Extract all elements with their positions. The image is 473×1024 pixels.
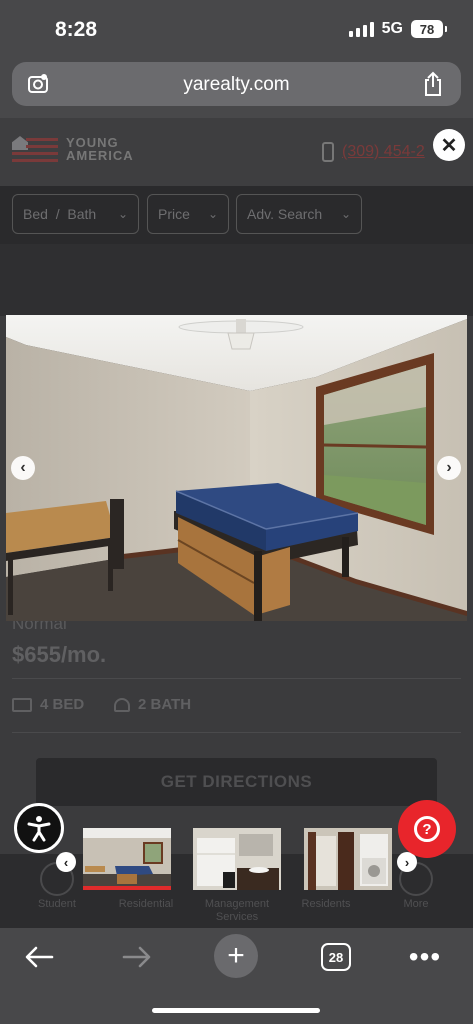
chevron-down-icon: ⌄ xyxy=(117,207,128,221)
filter-label: Adv. Search xyxy=(247,206,323,222)
back-button[interactable] xyxy=(22,940,56,974)
network-type: 5G xyxy=(381,20,403,37)
home-indicator xyxy=(152,1008,320,1013)
chevron-down-icon: ⌄ xyxy=(207,207,218,221)
phone-link[interactable]: (309) 454-2 xyxy=(322,142,425,162)
arrow-right-icon xyxy=(122,946,151,968)
status-indicators: 5G 78 xyxy=(348,20,447,38)
gallery-prev-button[interactable]: ‹ xyxy=(11,456,35,480)
status-bar: 8:28 5G 78 xyxy=(0,0,473,56)
ellipsis-icon: ••• xyxy=(408,941,442,972)
status-time: 8:28 xyxy=(55,18,98,41)
new-tab-button[interactable]: + xyxy=(214,934,258,978)
thumbnail-bedroom-image xyxy=(83,828,171,890)
thumbnail-bathroom[interactable] xyxy=(193,828,281,890)
chevron-right-icon: › xyxy=(404,854,410,870)
forward-button[interactable] xyxy=(120,940,154,974)
accessibility-person-icon xyxy=(27,816,51,842)
cellular-signal-icon xyxy=(348,21,374,37)
close-icon: ✕ xyxy=(440,134,458,157)
question-mark-icon: ? xyxy=(414,816,440,842)
nav-residents[interactable]: Residents xyxy=(281,898,371,911)
address-bar[interactable]: yarealty.com xyxy=(12,62,461,106)
address-bar-area: yarealty.com xyxy=(0,56,473,118)
browser-toolbar: + 28 ••• xyxy=(0,928,473,1024)
chevron-right-icon: › xyxy=(446,459,452,476)
thumbnails-prev-button[interactable]: ‹ xyxy=(56,852,76,872)
tabs-button[interactable]: 28 xyxy=(321,943,351,971)
get-directions-button[interactable]: GET DIRECTIONS xyxy=(36,758,437,806)
listing-photo-background xyxy=(0,244,473,316)
url-text[interactable]: yarealty.com xyxy=(12,74,461,96)
phone-number: (309) 454-2 xyxy=(342,143,425,160)
nav-more[interactable]: More xyxy=(371,898,461,911)
gallery-next-button[interactable]: › xyxy=(437,456,461,480)
battery-icon: 78 xyxy=(411,20,447,38)
divider xyxy=(12,678,461,679)
chevron-left-icon: ‹ xyxy=(20,459,26,476)
divider xyxy=(12,732,461,733)
logo-text-line2: AMERICA xyxy=(66,148,134,163)
filter-adv-search[interactable]: Adv. Search ⌄ xyxy=(236,194,362,234)
filter-price[interactable]: Price ⌄ xyxy=(147,194,229,234)
gallery-main-photo xyxy=(6,315,467,621)
bedroom-photo xyxy=(6,315,467,621)
filter-label: Price xyxy=(158,206,190,222)
thumbnail-bedroom[interactable] xyxy=(83,828,171,890)
listing-price: $655/mo. xyxy=(12,642,107,667)
filter-label: Bed / Bath xyxy=(23,206,97,222)
beds-label: 4 BED xyxy=(40,696,85,713)
filter-bar: Bed / Bath ⌄ Price ⌄ Adv. Search ⌄ xyxy=(0,186,473,244)
share-icon[interactable] xyxy=(421,71,445,97)
close-gallery-button[interactable]: ✕ xyxy=(433,129,465,161)
screen: 8:28 5G 78 yarealty.com YOUNG AMERICA (3… xyxy=(0,0,473,1024)
beds-feature: 4 BED xyxy=(12,696,84,713)
chevron-down-icon: ⌄ xyxy=(340,207,351,221)
nav-student[interactable]: Student xyxy=(12,898,102,911)
phone-icon xyxy=(322,142,334,162)
thumbnail-hallway-image xyxy=(304,828,392,890)
thumbnail-hallway-laundry[interactable] xyxy=(304,828,392,890)
accessibility-button[interactable] xyxy=(14,803,64,853)
nav-residential[interactable]: Residential xyxy=(101,898,191,911)
baths-feature: 2 BATH xyxy=(114,696,191,713)
baths-label: 2 BATH xyxy=(138,696,192,713)
nav-management-services[interactable]: Management Services xyxy=(192,898,282,924)
bed-icon xyxy=(12,697,32,712)
more-options-button[interactable]: ••• xyxy=(408,940,442,974)
help-button[interactable]: ? xyxy=(398,800,456,858)
thumbnail-bathroom-image xyxy=(193,828,281,890)
arrow-left-icon xyxy=(25,946,54,968)
flag-house-logo-icon xyxy=(12,136,58,162)
chevron-left-icon: ‹ xyxy=(63,854,69,870)
site-logo[interactable]: YOUNG AMERICA xyxy=(12,136,134,162)
plus-icon: + xyxy=(227,939,245,972)
filter-bed-bath[interactable]: Bed / Bath ⌄ xyxy=(12,194,139,234)
bath-icon xyxy=(114,697,130,712)
site-header: YOUNG AMERICA (309) 454-2 xyxy=(0,118,473,186)
